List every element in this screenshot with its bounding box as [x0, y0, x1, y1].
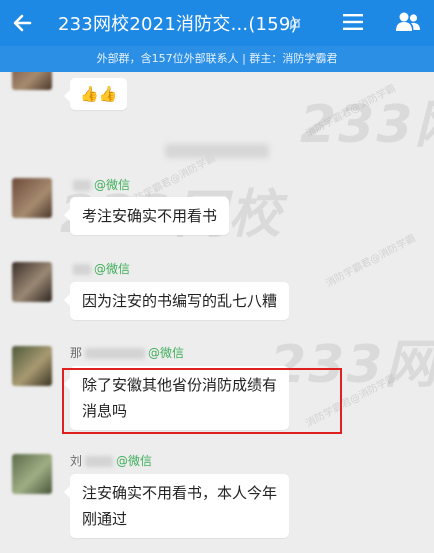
message-list[interactable]: 233网校 233网校 233网校 233网 消防学霸君@消防学霸 消防学霸君@…: [0, 72, 434, 553]
watermark: 消防学霸君@消防学霸: [304, 82, 398, 140]
chat-header: 233网校2021消防交...(159): [0, 0, 434, 46]
back-arrow-icon[interactable]: [10, 10, 36, 36]
group-info-bar[interactable]: 外部群，含157位外部联系人 | 群主：消防学霸君: [0, 46, 434, 72]
message-line: 刚通过: [82, 510, 128, 528]
sender-initial: 那: [70, 346, 83, 360]
timestamp: [165, 144, 269, 158]
watermark: 233网校: [300, 95, 434, 155]
avatar[interactable]: [12, 72, 52, 90]
avatar[interactable]: [12, 454, 52, 494]
message-bubble[interactable]: 考注安确实不用看书: [63, 197, 230, 235]
sender-name: 那 @微信: [70, 344, 184, 361]
wechat-tag: @微信: [94, 262, 131, 276]
sender-initial: 刘: [70, 454, 83, 468]
message-bubble[interactable]: 因为注安的书编写的乱七八糟: [63, 282, 290, 320]
message-line: 注安确实不用看书，本人今年: [82, 484, 278, 502]
message-bubble[interactable]: 👍👍: [63, 78, 128, 110]
avatar[interactable]: [12, 346, 52, 386]
group-title[interactable]: 233网校2021消防交...(159): [58, 10, 298, 36]
mute-bell-icon: [289, 18, 301, 30]
wechat-tag: @微信: [94, 178, 131, 192]
wechat-tag: @微信: [148, 346, 185, 360]
avatar[interactable]: [12, 178, 52, 218]
sender-name: @微信: [70, 176, 130, 193]
avatar[interactable]: [12, 262, 52, 302]
menu-icon[interactable]: [342, 12, 364, 32]
wechat-tag: @微信: [116, 454, 153, 468]
highlight-box: [62, 368, 342, 434]
group-members-icon[interactable]: [395, 11, 421, 33]
message-bubble[interactable]: 注安确实不用看书，本人今年 刚通过: [63, 474, 290, 538]
watermark: 消防学霸君@消防学霸: [324, 232, 418, 290]
sender-name: @微信: [70, 260, 130, 277]
sender-name: 刘 @微信: [70, 452, 152, 469]
